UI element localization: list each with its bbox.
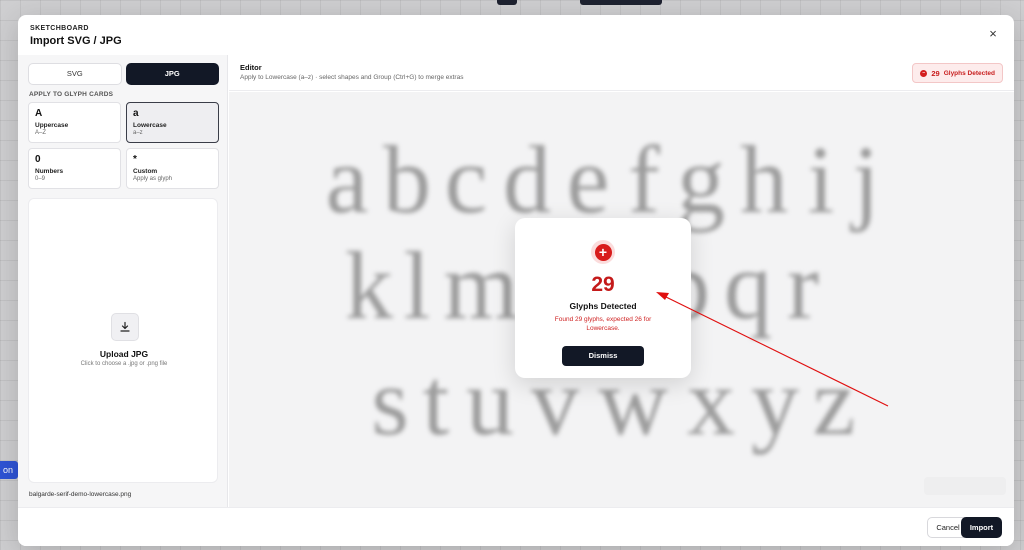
glyph[interactable]: a [317, 132, 377, 228]
modal-kicker: SKETCHBOARD [30, 25, 89, 32]
modal-footer: Cancel Import [18, 507, 1014, 546]
popup-message: Found 29 glyphs, expected 26 for Lowerca… [554, 316, 652, 332]
card-name: Lowercase [133, 122, 167, 129]
editor-header: Editor Apply to Lowercase (a–z) · select… [229, 55, 1014, 91]
glyph-card-numbers[interactable]: 0 Numbers 0–9 [28, 148, 121, 189]
glyph[interactable]: r [779, 238, 827, 334]
glyph[interactable]: k [339, 238, 399, 334]
card-glyph: a [133, 108, 139, 119]
card-range: a–z [133, 130, 143, 136]
glyph-card-custom[interactable]: * Custom Apply as glyph [126, 148, 219, 189]
glyph[interactable]: s [365, 354, 415, 450]
upload-hint: Click to choose a .jpg or .png file [80, 361, 168, 367]
glyph[interactable]: y [743, 354, 807, 450]
glyph-card-lowercase[interactable]: a Lowercase a–z [126, 102, 219, 143]
close-icon[interactable]: × [986, 27, 1000, 41]
backdrop-toolbar-item [580, 0, 662, 5]
glyph-cards-section-label: APPLY TO GLYPH CARDS [29, 91, 114, 98]
upload-dropzone[interactable]: Upload JPG Click to choose a .jpg or .pn… [28, 198, 218, 483]
uploaded-file-name: balgarde-serif-demo-lowercase.png [29, 491, 132, 498]
card-glyph: * [133, 154, 137, 165]
plus-icon: + [591, 240, 615, 264]
card-glyph: A [35, 108, 43, 119]
glyph[interactable]: f [617, 132, 671, 228]
popup-title: Glyphs Detected [569, 301, 637, 311]
modal-header: SKETCHBOARD Import SVG / JPG × [18, 15, 1014, 55]
badge-label: Glyphs Detected [943, 69, 995, 77]
glyph[interactable]: e [559, 132, 617, 228]
upload-title: Upload JPG [99, 349, 149, 359]
backdrop-toolbar-item [497, 0, 517, 5]
card-name: Custom [133, 168, 158, 175]
editor-title: Editor [240, 63, 262, 72]
glyph-card-grid: A Uppercase A–Z a Lowercase a–z 0 Number… [28, 102, 220, 189]
modal-title: Import SVG / JPG [30, 35, 122, 47]
glyph-count-popup: + 29 Glyphs Detected Found 29 glyphs, ex… [515, 218, 691, 378]
glyph[interactable]: q [717, 238, 779, 334]
card-range: A–Z [35, 130, 47, 136]
glyph[interactable]: b [377, 132, 437, 228]
glyph[interactable]: l [399, 238, 435, 334]
glyph[interactable]: m [435, 238, 527, 334]
import-button[interactable]: Import [961, 517, 1002, 538]
backdrop-chip: on [0, 461, 18, 479]
left-panel: SVG JPG APPLY TO GLYPH CARDS A Uppercase… [18, 55, 228, 507]
glyph[interactable]: h [731, 132, 797, 228]
card-name: Numbers [35, 168, 64, 175]
jpg-tab-button[interactable]: JPG [125, 63, 219, 85]
download-icon [111, 313, 139, 341]
glyph[interactable]: u [457, 354, 523, 450]
popup-count: 29 [591, 273, 615, 296]
format-toggle: SVG JPG [28, 63, 219, 85]
glyph[interactable]: c [437, 132, 495, 228]
glyph[interactable]: j [845, 132, 887, 228]
card-range: 0–9 [35, 176, 46, 182]
badge-count: 29 [931, 68, 940, 78]
glyph[interactable]: z [807, 354, 861, 450]
glyph[interactable]: g [671, 132, 731, 228]
svg-tab-button[interactable]: SVG [28, 63, 122, 85]
card-range: Apply as glyph [133, 176, 173, 182]
glyph-card-uppercase[interactable]: A Uppercase A–Z [28, 102, 121, 143]
glyph[interactable]: d [495, 132, 559, 228]
zoom-controls[interactable] [924, 477, 1006, 495]
error-dot-icon: − [920, 69, 928, 77]
card-name: Uppercase [35, 122, 69, 129]
editor-description: Apply to Lowercase (a–z) · select shapes… [240, 74, 464, 81]
glyph[interactable]: i [797, 132, 845, 228]
dismiss-button[interactable]: Dismiss [562, 346, 644, 366]
glyph-row-1: a b c d e f g h i j [317, 132, 887, 228]
glyphs-detected-badge[interactable]: − 29 Glyphs Detected [912, 63, 1003, 83]
card-glyph: 0 [35, 154, 41, 165]
glyph[interactable]: t [415, 354, 457, 450]
